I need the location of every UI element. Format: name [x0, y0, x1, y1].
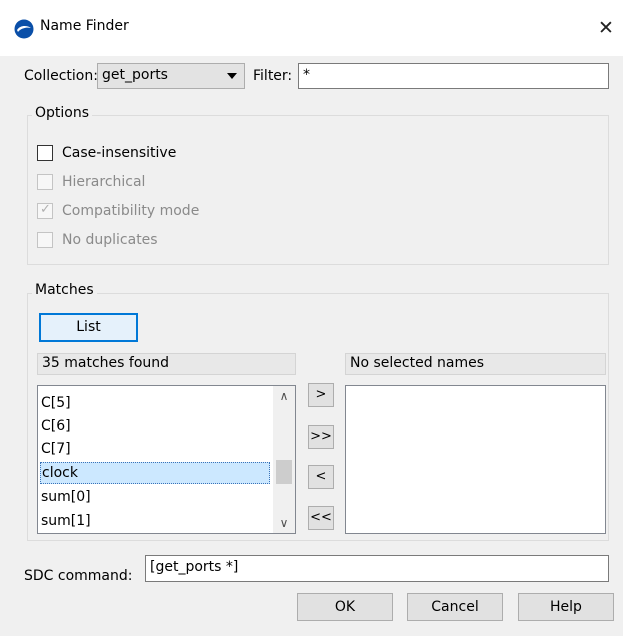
selected-names-listbox[interactable]	[345, 385, 606, 534]
list-button[interactable]: List	[39, 313, 138, 342]
list-item-selected[interactable]: clock	[40, 462, 270, 484]
case-insensitive-label: Case-insensitive	[62, 145, 177, 161]
list-item[interactable]: sum[0]	[40, 486, 272, 509]
matches-scrollbar[interactable]: ∧ ∨	[273, 386, 295, 533]
matches-listbox[interactable]: C[5] C[6] C[7] clock sum[0] sum[1] ∧ ∨	[37, 385, 296, 534]
filter-label: Filter:	[253, 68, 293, 84]
cancel-button[interactable]: Cancel	[407, 593, 503, 621]
sdc-command-input[interactable]: [get_ports *]	[145, 555, 609, 582]
add-selected-button[interactable]: >	[308, 383, 334, 407]
hierarchical-label: Hierarchical	[62, 174, 146, 190]
collection-value: get_ports	[102, 67, 168, 83]
no-duplicates-label: No duplicates	[62, 232, 158, 248]
sdc-command-value: [get_ports *]	[150, 559, 239, 575]
window-title: Name Finder	[40, 18, 129, 34]
matches-group-title: Matches	[32, 282, 97, 298]
scroll-up-icon[interactable]: ∧	[273, 386, 295, 406]
matches-found-text: 35 matches found	[42, 355, 170, 371]
list-item[interactable]: C[6]	[40, 415, 272, 438]
add-all-button[interactable]: >>	[308, 425, 334, 449]
filter-value: *	[303, 67, 310, 83]
chevron-down-icon	[227, 73, 237, 79]
sdc-command-label: SDC command:	[24, 568, 133, 584]
ok-button[interactable]: OK	[297, 593, 393, 621]
app-logo-icon	[14, 19, 34, 39]
no-duplicates-checkbox[interactable]	[37, 232, 53, 248]
checkmark-icon: ✓	[40, 202, 51, 217]
compatibility-mode-checkbox[interactable]: ✓	[37, 202, 53, 219]
collection-label: Collection:	[24, 68, 98, 84]
list-item[interactable]: sum[1]	[40, 510, 272, 533]
remove-selected-button[interactable]: <	[308, 465, 334, 489]
title-bar: Name Finder ✕	[0, 0, 623, 56]
list-item[interactable]: C[5]	[40, 392, 272, 415]
dialog-client: Collection: get_ports Filter: * Options …	[0, 56, 623, 636]
options-group-title: Options	[32, 105, 93, 121]
remove-all-button[interactable]: <<	[308, 506, 334, 530]
selected-names-text: No selected names	[350, 355, 485, 371]
compatibility-mode-label: Compatibility mode	[62, 203, 200, 219]
list-item[interactable]: C[7]	[40, 438, 272, 461]
hierarchical-checkbox[interactable]	[37, 174, 53, 190]
matches-found-header: 35 matches found	[37, 353, 296, 375]
selected-names-header: No selected names	[345, 353, 606, 375]
scroll-thumb[interactable]	[276, 460, 292, 484]
scroll-down-icon[interactable]: ∨	[273, 513, 295, 533]
collection-dropdown[interactable]: get_ports	[97, 63, 245, 89]
case-insensitive-checkbox[interactable]	[37, 145, 53, 161]
help-button[interactable]: Help	[518, 593, 614, 621]
close-icon[interactable]: ✕	[596, 17, 616, 39]
filter-input[interactable]: *	[298, 63, 609, 89]
